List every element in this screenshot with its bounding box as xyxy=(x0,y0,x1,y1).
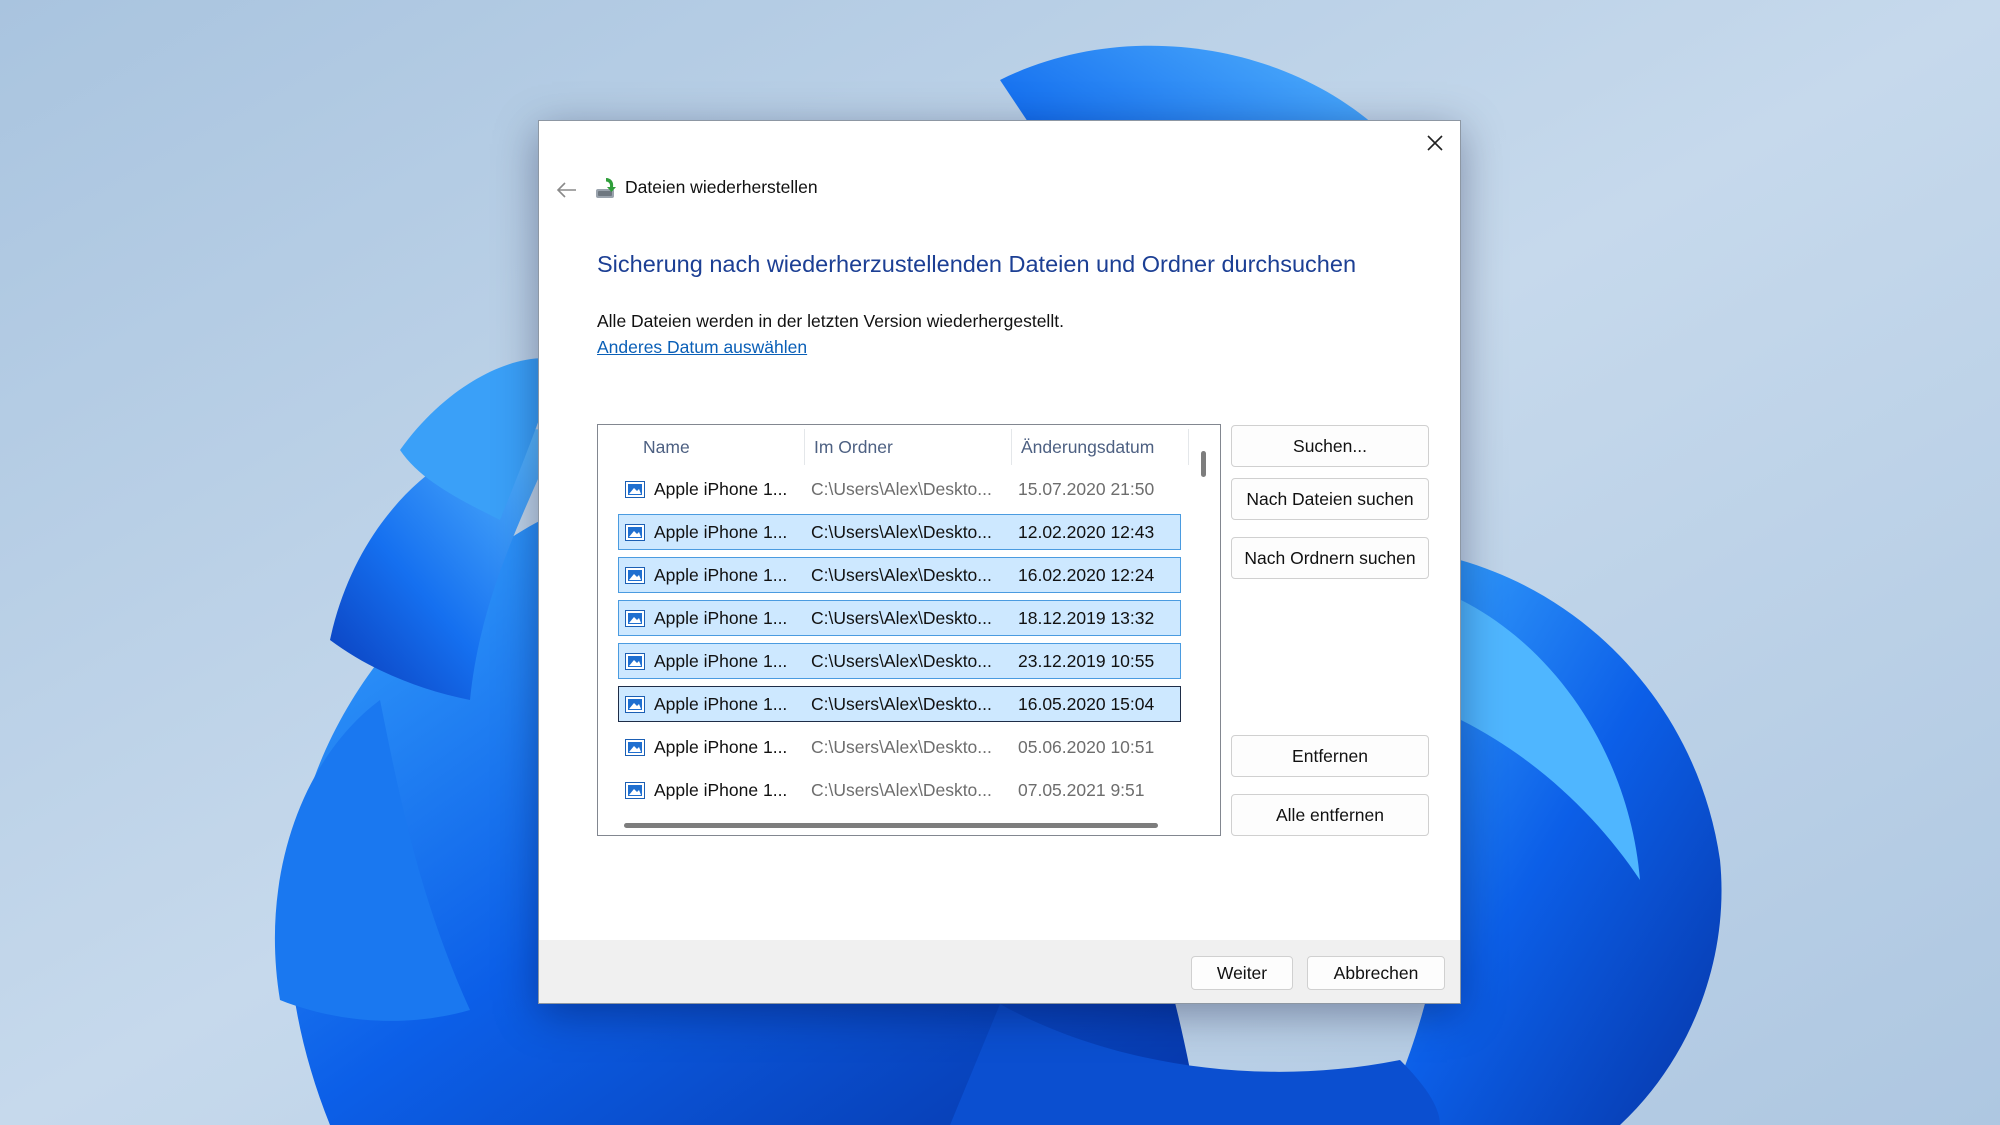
file-list[interactable]: Name Im Ordner Änderungsdatum Apple iPho… xyxy=(597,424,1221,836)
table-row[interactable]: Apple iPhone 1... C:\Users\Alex\Deskto...… xyxy=(618,729,1181,765)
column-separator[interactable] xyxy=(804,429,805,465)
vertical-scrollbar[interactable] xyxy=(1201,451,1206,477)
column-header-name[interactable]: Name xyxy=(643,425,690,469)
search-button[interactable]: Suchen... xyxy=(1231,425,1429,467)
date-cell: 05.06.2020 10:51 xyxy=(1018,737,1155,757)
restore-files-dialog: Dateien wiederherstellen Sicherung nach … xyxy=(538,120,1461,1004)
date-cell: 23.12.2019 10:55 xyxy=(1018,651,1155,671)
folder-cell: C:\Users\Alex\Deskto... xyxy=(811,780,992,800)
table-row[interactable]: Apple iPhone 1... C:\Users\Alex\Deskto...… xyxy=(618,600,1181,636)
search-files-button[interactable]: Nach Dateien suchen xyxy=(1231,478,1429,520)
restore-files-icon xyxy=(596,178,616,198)
back-arrow-icon xyxy=(556,182,576,198)
file-name-cell: Apple iPhone 1... xyxy=(654,651,788,671)
image-file-icon xyxy=(625,739,645,756)
column-separator[interactable] xyxy=(1011,429,1012,465)
column-separator[interactable] xyxy=(1188,429,1189,465)
cancel-button[interactable]: Abbrechen xyxy=(1307,956,1445,990)
file-name-cell: Apple iPhone 1... xyxy=(654,737,788,757)
horizontal-scrollbar[interactable] xyxy=(624,823,1158,828)
date-cell: 15.07.2020 21:50 xyxy=(1018,479,1155,499)
remove-button[interactable]: Entfernen xyxy=(1231,735,1429,777)
file-name-cell: Apple iPhone 1... xyxy=(654,565,788,585)
close-button[interactable] xyxy=(1410,121,1460,165)
image-file-icon xyxy=(625,524,645,541)
image-file-icon xyxy=(625,653,645,670)
table-row[interactable]: Apple iPhone 1... C:\Users\Alex\Deskto...… xyxy=(618,471,1181,507)
next-button[interactable]: Weiter xyxy=(1191,956,1293,990)
date-cell: 12.02.2020 12:43 xyxy=(1018,522,1155,542)
back-button[interactable] xyxy=(549,173,585,207)
table-row[interactable]: Apple iPhone 1... C:\Users\Alex\Deskto...… xyxy=(618,514,1181,550)
file-name-cell: Apple iPhone 1... xyxy=(654,694,788,714)
file-name-cell: Apple iPhone 1... xyxy=(654,479,788,499)
folder-cell: C:\Users\Alex\Deskto... xyxy=(811,479,992,499)
close-icon xyxy=(1427,135,1443,151)
date-cell: 16.02.2020 12:24 xyxy=(1018,565,1155,585)
date-cell: 07.05.2021 9:51 xyxy=(1018,780,1145,800)
table-row[interactable]: Apple iPhone 1... C:\Users\Alex\Deskto...… xyxy=(618,772,1181,808)
choose-date-link[interactable]: Anderes Datum auswählen xyxy=(597,337,807,358)
image-file-icon xyxy=(625,481,645,498)
folder-cell: C:\Users\Alex\Deskto... xyxy=(811,522,992,542)
info-text: Alle Dateien werden in der letzten Versi… xyxy=(597,311,1064,331)
page-heading: Sicherung nach wiederherzustellenden Dat… xyxy=(597,251,1357,277)
window-title: Dateien wiederherstellen xyxy=(625,177,818,197)
column-header-folder[interactable]: Im Ordner xyxy=(814,425,893,469)
file-name-cell: Apple iPhone 1... xyxy=(654,608,788,628)
folder-cell: C:\Users\Alex\Deskto... xyxy=(811,694,992,714)
file-name-cell: Apple iPhone 1... xyxy=(654,780,788,800)
image-file-icon xyxy=(625,567,645,584)
image-file-icon xyxy=(625,696,645,713)
image-file-icon xyxy=(625,782,645,799)
table-row[interactable]: Apple iPhone 1... C:\Users\Alex\Deskto...… xyxy=(618,643,1181,679)
table-row[interactable]: Apple iPhone 1... C:\Users\Alex\Deskto...… xyxy=(618,686,1181,722)
dialog-footer: Weiter Abbrechen xyxy=(539,940,1460,1003)
remove-all-button[interactable]: Alle entfernen xyxy=(1231,794,1429,836)
folder-cell: C:\Users\Alex\Deskto... xyxy=(811,737,992,757)
column-header-date[interactable]: Änderungsdatum xyxy=(1021,425,1154,469)
folder-cell: C:\Users\Alex\Deskto... xyxy=(811,565,992,585)
folder-cell: C:\Users\Alex\Deskto... xyxy=(811,651,992,671)
file-name-cell: Apple iPhone 1... xyxy=(654,522,788,542)
date-cell: 18.12.2019 13:32 xyxy=(1018,608,1155,628)
folder-cell: C:\Users\Alex\Deskto... xyxy=(811,608,992,628)
date-cell: 16.05.2020 15:04 xyxy=(1018,694,1155,714)
image-file-icon xyxy=(625,610,645,627)
search-folders-button[interactable]: Nach Ordnern suchen xyxy=(1231,537,1429,579)
table-row[interactable]: Apple iPhone 1... C:\Users\Alex\Deskto...… xyxy=(618,557,1181,593)
